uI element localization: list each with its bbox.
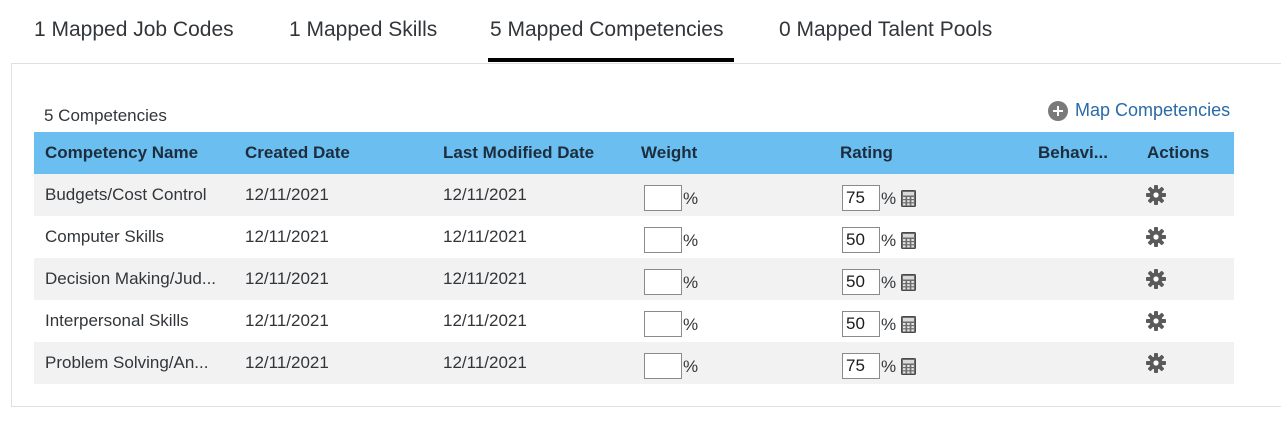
created-date: 12/11/2021 (245, 311, 329, 330)
rating-input[interactable] (842, 185, 880, 211)
last-modified-date: 12/11/2021 (443, 227, 527, 246)
competencies-table: Competency Name Created Date Last Modifi… (34, 132, 1234, 384)
last-modified-date: 12/11/2021 (443, 311, 527, 330)
gear-icon[interactable] (1145, 352, 1167, 374)
calculator-icon[interactable] (901, 232, 916, 249)
gear-icon[interactable] (1145, 268, 1167, 290)
calculator-icon[interactable] (901, 316, 916, 333)
competency-name: Computer Skills (45, 227, 165, 246)
column-header-last-modified-date[interactable]: Last Modified Date (443, 132, 594, 174)
tab-mapped-talent-pools[interactable]: 0 Mapped Talent Pools (779, 18, 992, 42)
gear-icon[interactable] (1145, 226, 1167, 248)
plus-circle-icon (1048, 100, 1068, 121)
column-header-created-date[interactable]: Created Date (245, 132, 350, 174)
weight-input[interactable] (644, 311, 682, 337)
column-header-actions: Actions (1147, 143, 1210, 162)
rating-percent-sign: % (881, 357, 897, 376)
map-competencies-label: Map Competencies (1075, 100, 1231, 120)
column-header-competency-name[interactable]: Competency Name (45, 132, 198, 174)
gear-icon[interactable] (1145, 310, 1167, 332)
calculator-icon[interactable] (901, 190, 916, 207)
table-row: Problem Solving/An... 12/11/2021 12/11/2… (34, 342, 1234, 384)
weight-input[interactable] (644, 353, 682, 379)
competency-name: Interpersonal Skills (45, 311, 189, 330)
column-header-weight[interactable]: Weight (641, 132, 697, 174)
table-row: Computer Skills 12/11/2021 12/11/2021 % … (34, 216, 1234, 258)
created-date: 12/11/2021 (245, 185, 329, 204)
rating-input[interactable] (842, 227, 880, 253)
created-date: 12/11/2021 (245, 227, 329, 246)
rating-input[interactable] (842, 353, 880, 379)
competencies-count: 5 Competencies (44, 106, 167, 125)
last-modified-date: 12/11/2021 (443, 269, 527, 288)
rating-input[interactable] (842, 269, 880, 295)
table-header: Competency Name Created Date Last Modifi… (34, 132, 1234, 174)
tab-mapped-job-codes[interactable]: 1 Mapped Job Codes (34, 18, 234, 42)
tab-mapped-skills[interactable]: 1 Mapped Skills (289, 18, 437, 42)
created-date: 12/11/2021 (245, 269, 329, 288)
weight-input[interactable] (644, 269, 682, 295)
active-tab-indicator (488, 58, 734, 62)
calculator-icon[interactable] (901, 358, 916, 375)
table-row: Budgets/Cost Control 12/11/2021 12/11/20… (34, 174, 1234, 216)
gear-icon[interactable] (1145, 184, 1167, 206)
calculator-icon[interactable] (901, 274, 916, 291)
last-modified-date: 12/11/2021 (443, 353, 527, 372)
last-modified-date: 12/11/2021 (443, 185, 527, 204)
weight-percent-sign: % (683, 357, 699, 376)
rating-input[interactable] (842, 311, 880, 337)
weight-input[interactable] (644, 227, 682, 253)
tab-mapped-competencies[interactable]: 5 Mapped Competencies (490, 18, 723, 42)
created-date: 12/11/2021 (245, 353, 329, 372)
column-header-behaviors[interactable]: Behavi... (1038, 132, 1108, 174)
column-header-rating[interactable]: Rating (840, 132, 893, 174)
competency-name: Budgets/Cost Control (45, 185, 207, 204)
mapping-tabs: 1 Mapped Job Codes 1 Mapped Skills 5 Map… (0, 0, 1281, 64)
competency-name: Problem Solving/An... (45, 353, 209, 372)
competency-name: Decision Making/Jud... (45, 269, 217, 288)
table-row: Decision Making/Jud... 12/11/2021 12/11/… (34, 258, 1234, 300)
map-competencies-link[interactable]: Map Competencies (1048, 100, 1230, 121)
table-row: Interpersonal Skills 12/11/2021 12/11/20… (34, 300, 1234, 342)
weight-input[interactable] (644, 185, 682, 211)
